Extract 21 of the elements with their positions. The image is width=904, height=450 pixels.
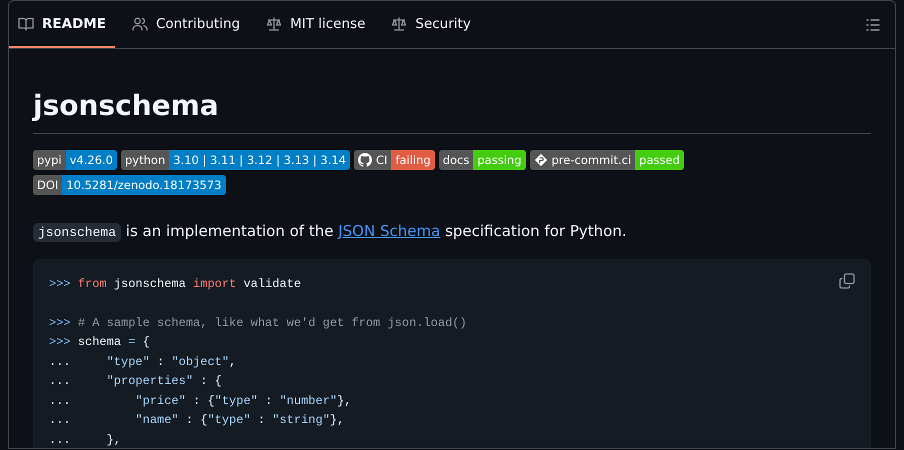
readme-heading: jsonschema <box>33 89 871 134</box>
tab[interactable]: Contributing <box>122 1 250 48</box>
code-line: ... }, <box>49 432 122 448</box>
scale-icon <box>391 16 408 32</box>
intro-paragraph: jsonschema is an implementation of the JSON Schema specification for Python. <box>33 218 871 245</box>
scale-icon <box>266 16 282 32</box>
code-line: ... "properties" : { <box>49 373 222 390</box>
json-schema-link[interactable]: JSON Schema <box>338 222 440 240</box>
code-line: ... "price" : {"type" : "number"}, <box>49 392 352 410</box>
code-line: ... "type" : "object", <box>49 354 236 371</box>
code-line: >>> from jsonschema import validate <box>49 276 302 293</box>
tab[interactable]: Security <box>382 1 480 48</box>
copy-icon[interactable] <box>839 272 855 289</box>
book-icon <box>18 16 34 32</box>
tab[interactable]: MIT license <box>257 1 374 48</box>
code-line: >>> # A sample schema, like what we'd get from json.load() <box>49 314 467 332</box>
outline-menu-icon[interactable] <box>865 16 881 32</box>
code-line: >>> schema = { <box>49 334 150 352</box>
tab[interactable]: README <box>9 1 115 48</box>
code-line: ... "name" : {"type" : "string"}, <box>49 412 344 430</box>
people-icon <box>132 16 148 32</box>
